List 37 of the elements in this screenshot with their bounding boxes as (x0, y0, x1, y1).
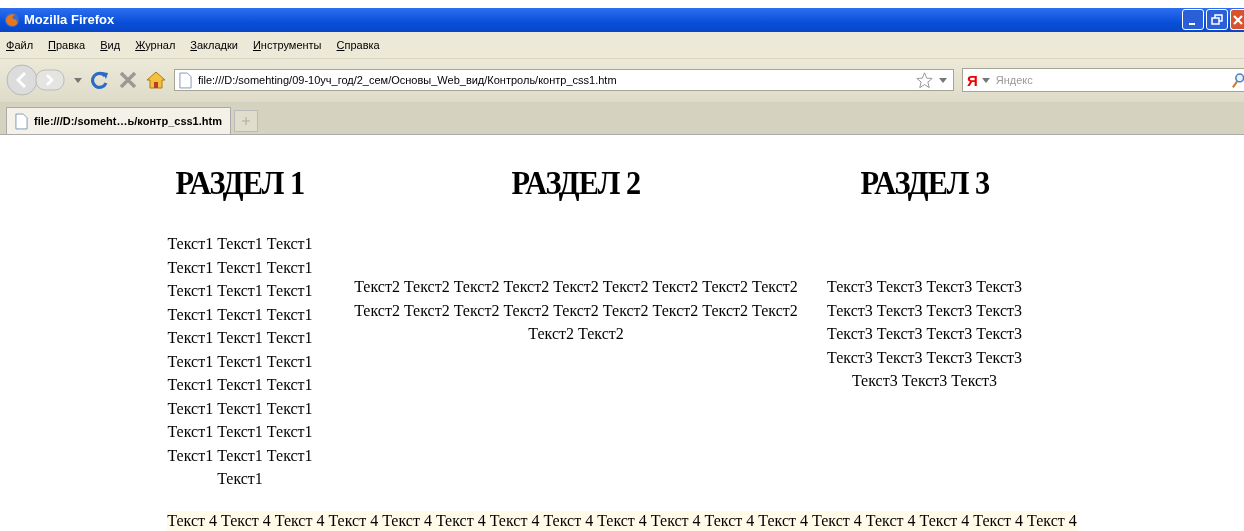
address-field[interactable]: file:///D:/somehting/09-10уч_год/2_сем/Основы_Web_вид/Контроль/контр_css1.htm (174, 69, 954, 92)
page-icon (179, 71, 192, 89)
home-icon[interactable] (146, 70, 166, 91)
menu-item[interactable]: Закладки (190, 38, 238, 51)
section-heading: РАЗДЕЛ 1 (175, 165, 305, 202)
section-text: Текст3 Текст3 Текст3 Текст3 Текст3 Текст3 Текст3 Текст3 Текст3 Текст3 Текст3 Текст3 Текст3 Текст3 Текст3 Текст3 Текст3 Текст3 Текст3 (826, 277, 1023, 391)
restore-button[interactable] (1206, 9, 1228, 31)
restore-icon (1211, 13, 1223, 26)
browser-tab[interactable]: file:///D:/someht…ь/контр_css1.htm (6, 107, 231, 134)
menu-item[interactable]: Файл (6, 38, 34, 51)
menu-item[interactable]: Справка (336, 38, 380, 51)
search-engine-logo[interactable]: Я (967, 71, 978, 89)
browser-logo-icon (4, 11, 20, 28)
minimize-button[interactable] (1182, 9, 1204, 31)
section-heading: РАЗДЕЛ 3 (860, 165, 989, 202)
menu-item[interactable]: Инструменты (252, 38, 322, 51)
close-button[interactable] (1230, 9, 1244, 31)
search-icon[interactable] (1232, 71, 1244, 89)
footer-text: Текст 4 Текст 4 Текст 4 Текст 4 Текст 4 Текст 4 Текст 4 Текст 4 Текст 4 Текст 4 Текст 4 Текст 4 Текст 4 Текст 4 Текст 4 Текст 4 Текст 4 (167, 511, 1077, 531)
page-icon (15, 112, 28, 130)
caret-icon[interactable] (981, 77, 990, 83)
stop-icon[interactable] (118, 70, 138, 91)
search-field[interactable]: Я Яндекс (962, 68, 1244, 93)
caret-icon[interactable] (939, 77, 947, 83)
minimize-icon (1188, 22, 1195, 25)
menu-item[interactable]: Правка (48, 38, 86, 51)
section-text: Текст1 Текст1 Текст1 Текст1 Текст1 Текст1 Текст1 Текст1 Текст1 Текст1 Текст1 Текст1 Текст1 Текст1 Текст1 Текст1 Текст1 Текст1 Текст1 Текст1 Текст1 Текст1 Текст1 Текст1 Текст1 Текст1 Текст1 Текст1 Текст1 Текст1 Текст1 (166, 234, 314, 489)
caret-icon[interactable] (74, 77, 82, 83)
window-title: Mozilla Firefox (24, 12, 115, 28)
reload-icon[interactable] (90, 70, 110, 91)
close-icon (1231, 13, 1244, 26)
star-icon[interactable] (916, 71, 933, 89)
menu-item[interactable]: Журнал (135, 38, 176, 51)
section-heading: РАЗДЕЛ 2 (511, 165, 641, 202)
section-text: Текст2 Текст2 Текст2 Текст2 Текст2 Текст2 Текст2 Текст2 Текст2 Текст2 Текст2 Текст2 Текст2 Текст2 Текст2 Текст2 Текст2 Текст2 Текст2 Текст2 (353, 277, 799, 344)
menu-item[interactable]: Вид (100, 38, 121, 51)
plus-icon (240, 116, 251, 126)
